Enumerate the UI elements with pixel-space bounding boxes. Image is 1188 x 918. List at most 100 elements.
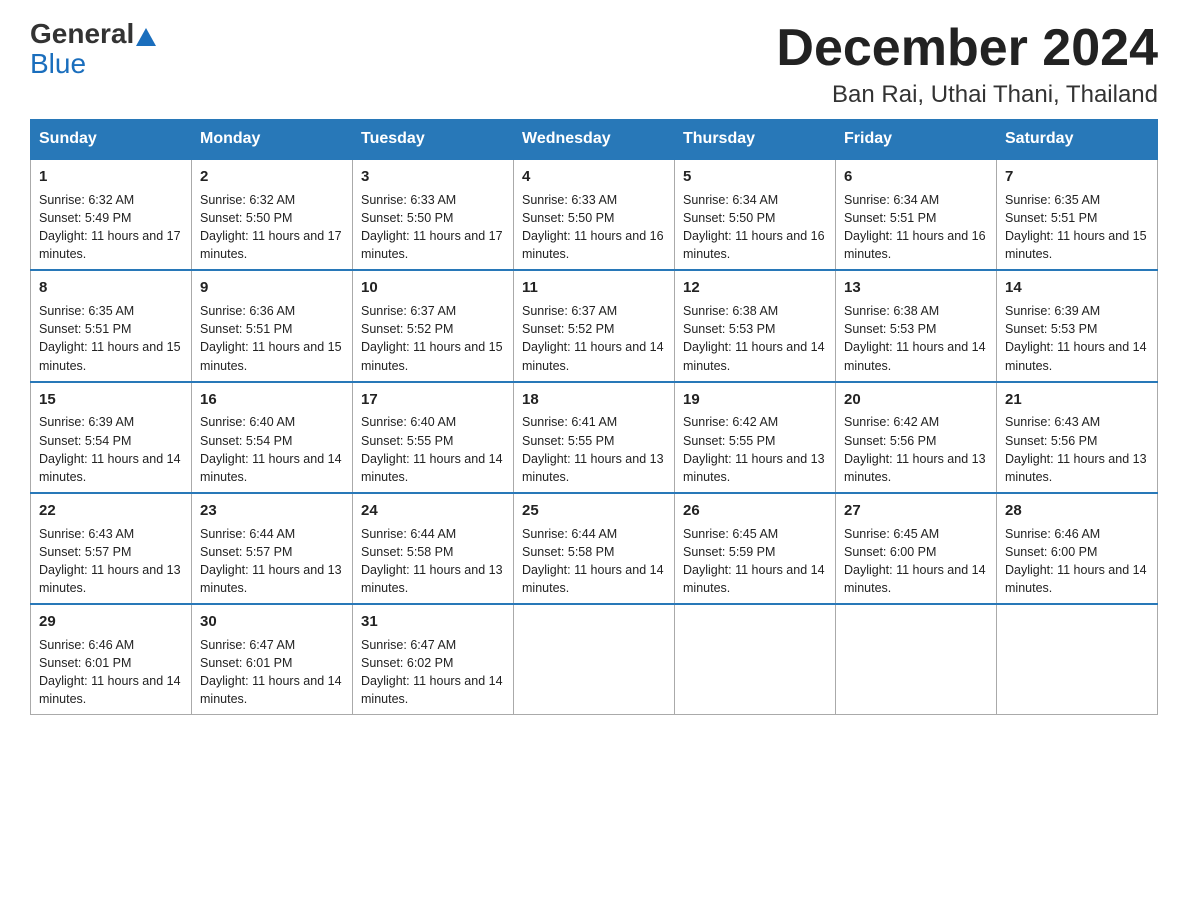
day-info: Sunrise: 6:41 AMSunset: 5:55 PMDaylight:…	[522, 415, 664, 483]
day-info: Sunrise: 6:44 AMSunset: 5:58 PMDaylight:…	[522, 527, 664, 595]
day-info: Sunrise: 6:43 AMSunset: 5:56 PMDaylight:…	[1005, 415, 1147, 483]
day-info: Sunrise: 6:42 AMSunset: 5:55 PMDaylight:…	[683, 415, 825, 483]
day-info: Sunrise: 6:37 AMSunset: 5:52 PMDaylight:…	[361, 304, 503, 372]
day-info: Sunrise: 6:35 AMSunset: 5:51 PMDaylight:…	[1005, 193, 1147, 261]
calendar-cell: 19 Sunrise: 6:42 AMSunset: 5:55 PMDaylig…	[675, 382, 836, 493]
calendar-cell: 23 Sunrise: 6:44 AMSunset: 5:57 PMDaylig…	[192, 493, 353, 604]
calendar-table: SundayMondayTuesdayWednesdayThursdayFrid…	[30, 119, 1158, 715]
header-saturday: Saturday	[997, 120, 1158, 160]
calendar-cell: 17 Sunrise: 6:40 AMSunset: 5:55 PMDaylig…	[353, 382, 514, 493]
day-number: 23	[200, 500, 344, 522]
day-info: Sunrise: 6:38 AMSunset: 5:53 PMDaylight:…	[844, 304, 986, 372]
day-number: 16	[200, 389, 344, 411]
calendar-cell: 11 Sunrise: 6:37 AMSunset: 5:52 PMDaylig…	[514, 270, 675, 381]
day-info: Sunrise: 6:45 AMSunset: 6:00 PMDaylight:…	[844, 527, 986, 595]
day-number: 3	[361, 166, 505, 188]
calendar-cell: 12 Sunrise: 6:38 AMSunset: 5:53 PMDaylig…	[675, 270, 836, 381]
day-info: Sunrise: 6:46 AMSunset: 6:01 PMDaylight:…	[39, 638, 181, 706]
calendar-cell: 7 Sunrise: 6:35 AMSunset: 5:51 PMDayligh…	[997, 159, 1158, 270]
calendar-cell: 16 Sunrise: 6:40 AMSunset: 5:54 PMDaylig…	[192, 382, 353, 493]
day-number: 19	[683, 389, 827, 411]
day-number: 12	[683, 277, 827, 299]
logo-general-text: General	[30, 20, 134, 48]
week-row-1: 1 Sunrise: 6:32 AMSunset: 5:49 PMDayligh…	[31, 159, 1158, 270]
logo-blue-text: Blue	[30, 48, 86, 79]
calendar-cell: 18 Sunrise: 6:41 AMSunset: 5:55 PMDaylig…	[514, 382, 675, 493]
day-number: 4	[522, 166, 666, 188]
day-info: Sunrise: 6:33 AMSunset: 5:50 PMDaylight:…	[361, 193, 503, 261]
day-info: Sunrise: 6:47 AMSunset: 6:01 PMDaylight:…	[200, 638, 342, 706]
day-number: 25	[522, 500, 666, 522]
calendar-cell: 15 Sunrise: 6:39 AMSunset: 5:54 PMDaylig…	[31, 382, 192, 493]
logo-triangle-icon	[136, 28, 156, 46]
day-number: 6	[844, 166, 988, 188]
day-number: 1	[39, 166, 183, 188]
day-info: Sunrise: 6:42 AMSunset: 5:56 PMDaylight:…	[844, 415, 986, 483]
header-row: SundayMondayTuesdayWednesdayThursdayFrid…	[31, 120, 1158, 160]
week-row-4: 22 Sunrise: 6:43 AMSunset: 5:57 PMDaylig…	[31, 493, 1158, 604]
day-info: Sunrise: 6:35 AMSunset: 5:51 PMDaylight:…	[39, 304, 181, 372]
day-info: Sunrise: 6:43 AMSunset: 5:57 PMDaylight:…	[39, 527, 181, 595]
day-info: Sunrise: 6:39 AMSunset: 5:53 PMDaylight:…	[1005, 304, 1147, 372]
calendar-cell: 5 Sunrise: 6:34 AMSunset: 5:50 PMDayligh…	[675, 159, 836, 270]
calendar-cell: 3 Sunrise: 6:33 AMSunset: 5:50 PMDayligh…	[353, 159, 514, 270]
day-info: Sunrise: 6:34 AMSunset: 5:50 PMDaylight:…	[683, 193, 825, 261]
calendar-cell: 10 Sunrise: 6:37 AMSunset: 5:52 PMDaylig…	[353, 270, 514, 381]
calendar-cell	[836, 604, 997, 715]
day-number: 9	[200, 277, 344, 299]
calendar-cell	[997, 604, 1158, 715]
header-monday: Monday	[192, 120, 353, 160]
calendar-cell: 1 Sunrise: 6:32 AMSunset: 5:49 PMDayligh…	[31, 159, 192, 270]
calendar-cell: 13 Sunrise: 6:38 AMSunset: 5:53 PMDaylig…	[836, 270, 997, 381]
day-number: 30	[200, 611, 344, 633]
calendar-cell: 21 Sunrise: 6:43 AMSunset: 5:56 PMDaylig…	[997, 382, 1158, 493]
day-info: Sunrise: 6:33 AMSunset: 5:50 PMDaylight:…	[522, 193, 664, 261]
day-number: 10	[361, 277, 505, 299]
day-number: 13	[844, 277, 988, 299]
day-number: 11	[522, 277, 666, 299]
day-number: 17	[361, 389, 505, 411]
day-info: Sunrise: 6:45 AMSunset: 5:59 PMDaylight:…	[683, 527, 825, 595]
week-row-5: 29 Sunrise: 6:46 AMSunset: 6:01 PMDaylig…	[31, 604, 1158, 715]
day-info: Sunrise: 6:32 AMSunset: 5:49 PMDaylight:…	[39, 193, 181, 261]
day-number: 28	[1005, 500, 1149, 522]
calendar-cell: 6 Sunrise: 6:34 AMSunset: 5:51 PMDayligh…	[836, 159, 997, 270]
calendar-cell: 28 Sunrise: 6:46 AMSunset: 6:00 PMDaylig…	[997, 493, 1158, 604]
day-number: 2	[200, 166, 344, 188]
calendar-cell	[675, 604, 836, 715]
header-friday: Friday	[836, 120, 997, 160]
day-info: Sunrise: 6:46 AMSunset: 6:00 PMDaylight:…	[1005, 527, 1147, 595]
calendar-cell: 4 Sunrise: 6:33 AMSunset: 5:50 PMDayligh…	[514, 159, 675, 270]
day-number: 15	[39, 389, 183, 411]
calendar-cell: 14 Sunrise: 6:39 AMSunset: 5:53 PMDaylig…	[997, 270, 1158, 381]
calendar-cell: 2 Sunrise: 6:32 AMSunset: 5:50 PMDayligh…	[192, 159, 353, 270]
calendar-cell: 8 Sunrise: 6:35 AMSunset: 5:51 PMDayligh…	[31, 270, 192, 381]
day-number: 22	[39, 500, 183, 522]
calendar-cell: 30 Sunrise: 6:47 AMSunset: 6:01 PMDaylig…	[192, 604, 353, 715]
day-number: 21	[1005, 389, 1149, 411]
day-info: Sunrise: 6:36 AMSunset: 5:51 PMDaylight:…	[200, 304, 342, 372]
calendar-cell: 31 Sunrise: 6:47 AMSunset: 6:02 PMDaylig…	[353, 604, 514, 715]
day-number: 26	[683, 500, 827, 522]
calendar-cell: 29 Sunrise: 6:46 AMSunset: 6:01 PMDaylig…	[31, 604, 192, 715]
day-info: Sunrise: 6:39 AMSunset: 5:54 PMDaylight:…	[39, 415, 181, 483]
header-tuesday: Tuesday	[353, 120, 514, 160]
day-number: 29	[39, 611, 183, 633]
day-number: 8	[39, 277, 183, 299]
day-number: 14	[1005, 277, 1149, 299]
calendar-cell	[514, 604, 675, 715]
day-info: Sunrise: 6:32 AMSunset: 5:50 PMDaylight:…	[200, 193, 342, 261]
header-thursday: Thursday	[675, 120, 836, 160]
day-info: Sunrise: 6:40 AMSunset: 5:55 PMDaylight:…	[361, 415, 503, 483]
calendar-cell: 25 Sunrise: 6:44 AMSunset: 5:58 PMDaylig…	[514, 493, 675, 604]
title-area: December 2024 Ban Rai, Uthai Thani, Thai…	[776, 20, 1158, 109]
day-info: Sunrise: 6:44 AMSunset: 5:57 PMDaylight:…	[200, 527, 342, 595]
day-number: 27	[844, 500, 988, 522]
day-info: Sunrise: 6:34 AMSunset: 5:51 PMDaylight:…	[844, 193, 986, 261]
location-title: Ban Rai, Uthai Thani, Thailand	[776, 81, 1158, 109]
day-number: 31	[361, 611, 505, 633]
calendar-cell: 20 Sunrise: 6:42 AMSunset: 5:56 PMDaylig…	[836, 382, 997, 493]
day-info: Sunrise: 6:44 AMSunset: 5:58 PMDaylight:…	[361, 527, 503, 595]
day-info: Sunrise: 6:38 AMSunset: 5:53 PMDaylight:…	[683, 304, 825, 372]
day-info: Sunrise: 6:47 AMSunset: 6:02 PMDaylight:…	[361, 638, 503, 706]
